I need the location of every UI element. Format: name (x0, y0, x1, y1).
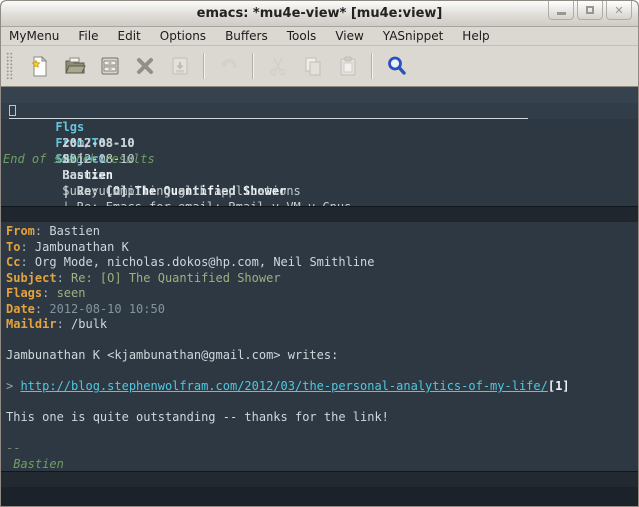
menu-tools[interactable]: Tools (287, 29, 317, 43)
maximize-button[interactable] (577, 1, 603, 20)
search-button[interactable] (384, 52, 410, 80)
row-date: 2012-08-10 (62, 151, 147, 167)
url-link[interactable]: http://blog.stephenwolfram.com/2012/03/t… (20, 379, 547, 393)
save-as-icon (168, 54, 192, 78)
minimize-icon (557, 12, 566, 15)
modeline-mu4e-headers: *mu4e-headers* ( 1, 0) [All/275] [mu4e-h… (1, 206, 638, 222)
message-row[interactable]: 2012-08-10 S Suvayu Ali | Re: Emacs for … (1, 135, 638, 151)
close-button[interactable]: ✕ (606, 1, 632, 20)
titlebar[interactable]: emacs: *mu4e-view* [mu4e:view] ✕ (1, 1, 638, 27)
blank-line (6, 364, 638, 380)
subject-value: Re: [O] The Quantified Shower (71, 271, 281, 285)
menu-options[interactable]: Options (160, 29, 206, 43)
signature-separator: -- (6, 441, 20, 455)
paste-button (335, 52, 361, 80)
toolbar-separator (203, 53, 205, 79)
colon: : (35, 224, 49, 238)
modeline-mu4e-view: *mu4e-view* ( 1, 0) [All/372] [mu4e:view… (1, 471, 638, 487)
footnote-ref: [1] (548, 379, 570, 393)
cc-value: Org Mode, nicholas.dokos@hp.com, Neil Sm… (35, 255, 375, 269)
search-magnifier-icon (385, 54, 409, 78)
open-file-button[interactable] (62, 52, 88, 80)
colon: : (42, 286, 56, 300)
menu-edit[interactable]: Edit (118, 29, 141, 43)
maildir-value: /bulk (71, 317, 107, 331)
from-label: From (6, 224, 35, 238)
paste-clipboard-icon (336, 54, 360, 78)
close-buffer-button[interactable] (132, 52, 158, 80)
toolbar-separator (371, 53, 373, 79)
message-row-selected[interactable]: 2012-08-10 S Bastien | Re: [O] The Quant… (1, 103, 638, 119)
window-controls: ✕ (548, 1, 632, 20)
menu-view[interactable]: View (335, 29, 363, 43)
signature-separator-line: -- (6, 441, 638, 457)
maildir-label: Maildir (6, 317, 57, 331)
mu4e-view-buffer: From: Bastien To: Jambunathan K Cc: Org … (1, 222, 638, 471)
new-file-icon (28, 54, 52, 78)
save-button[interactable] (97, 52, 123, 80)
maximize-icon (586, 6, 594, 14)
echo-area[interactable] (1, 487, 638, 507)
close-x-icon (133, 54, 157, 78)
undo-button (216, 52, 242, 80)
blank-line (6, 395, 638, 411)
quoted-link-line: > http://blog.stephenwolfram.com/2012/03… (6, 379, 638, 395)
menubar: MyMenu File Edit Options Buffers Tools V… (1, 27, 638, 46)
menu-file[interactable]: File (78, 29, 98, 43)
copy-icon (301, 54, 325, 78)
attribution-line: Jambunathan K <kjambunathan@gmail.com> w… (6, 348, 638, 364)
open-folder-icon (63, 54, 87, 78)
quote-prefix: > (6, 379, 20, 393)
new-file-button[interactable] (27, 52, 53, 80)
subject-label: Subject (6, 271, 57, 285)
emacs-window: emacs: *mu4e-view* [mu4e:view] ✕ MyMenu … (0, 0, 639, 507)
blank-line (6, 333, 638, 349)
to-value: Jambunathan K (35, 240, 129, 254)
menu-buffers[interactable]: Buffers (225, 29, 268, 43)
message-row[interactable]: 2012-08-10 S Lanoxx | Re: Compiling glib… (1, 119, 638, 135)
undo-icon (217, 54, 241, 78)
minimize-button[interactable] (548, 1, 574, 20)
row-subject: | Re: Emacs for email: Rmail v VM v Gnus (62, 200, 351, 206)
signature-line: Bastien (6, 457, 638, 472)
cut-scissors-icon (266, 54, 290, 78)
remark-text: This one is quite outstanding -- thanks … (6, 410, 389, 424)
menu-yasnippet[interactable]: YASnippet (383, 29, 444, 43)
menu-help[interactable]: Help (462, 29, 489, 43)
row-flags: S (62, 167, 91, 183)
to-label: To (6, 240, 20, 254)
menu-mymenu[interactable]: MyMenu (9, 29, 59, 43)
row-from: Suvayu Ali (62, 183, 220, 199)
toolbar-separator (252, 53, 254, 79)
save-as-button (167, 52, 193, 80)
remark-line: This one is quite outstanding -- thanks … (6, 410, 638, 426)
emacs-hollow-cursor (9, 105, 16, 116)
flags-label: Flags (6, 286, 42, 300)
toolbar-grip[interactable] (6, 52, 13, 80)
toolbar (1, 46, 638, 87)
colon: : (57, 317, 71, 331)
colon: : (35, 302, 49, 316)
from-value: Bastien (49, 224, 100, 238)
mu4e-headers-buffer: ▼ Date Flgs From/To Subject 2012-08-10 S… (1, 87, 638, 206)
close-icon: ✕ (614, 5, 623, 16)
signature-text: Bastien (6, 457, 64, 471)
cut-button (265, 52, 291, 80)
attribution-text: Jambunathan K <kjambunathan@gmail.com> w… (6, 348, 338, 362)
colon: : (57, 271, 71, 285)
colon: : (20, 255, 34, 269)
headers-column-row: ▼ Date Flgs From/To Subject (1, 87, 638, 103)
window-title: emacs: *mu4e-view* [mu4e:view] (197, 6, 443, 21)
colon: : (20, 240, 34, 254)
save-icon (98, 54, 122, 78)
copy-button (300, 52, 326, 80)
blank-line (6, 426, 638, 442)
flags-value: seen (57, 286, 86, 300)
cc-label: Cc (6, 255, 20, 269)
date-value: 2012-08-10 10:50 (49, 302, 165, 316)
date-label: Date (6, 302, 35, 316)
